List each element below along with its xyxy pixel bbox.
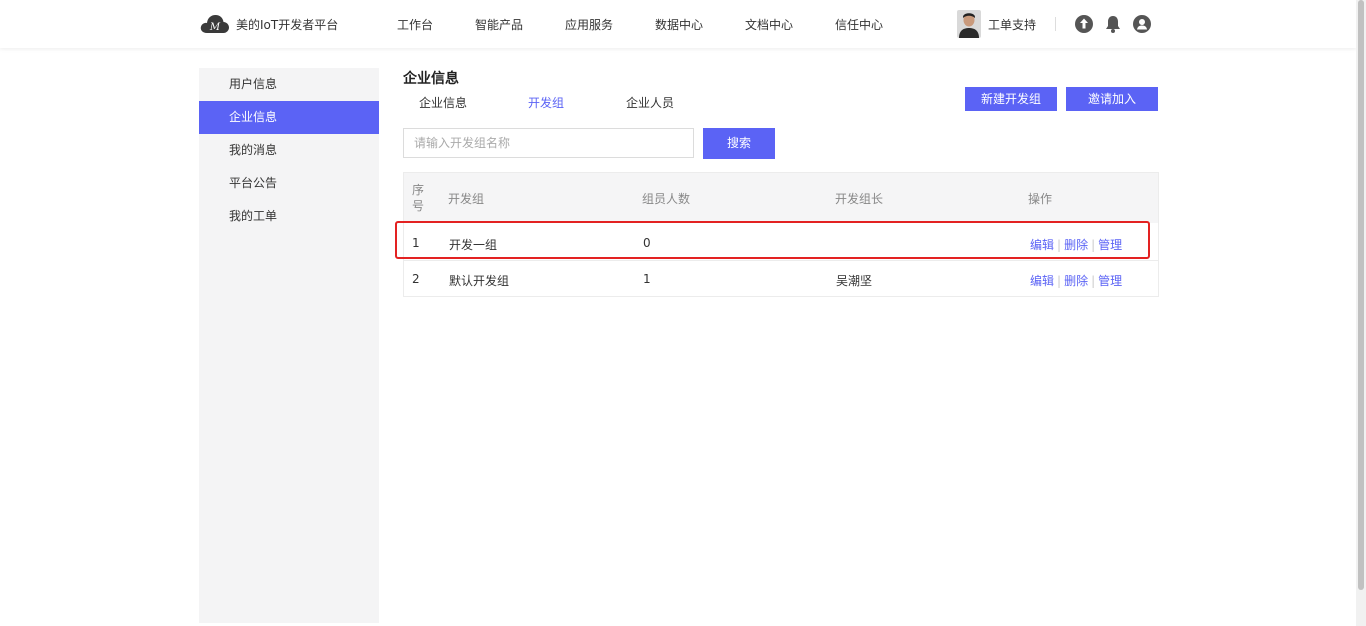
ticket-support-link[interactable]: 工单支持: [957, 10, 1036, 38]
top-navbar: M 美的IoT开发者平台 工作台 智能产品 应用服务 数据中心 文档中心 信任中…: [0, 0, 1356, 48]
table-header: 序号 开发组 组员人数 开发组长 操作: [404, 173, 1158, 223]
header-group: 开发组: [448, 192, 485, 206]
tab-dev-groups[interactable]: 开发组: [528, 94, 564, 111]
sidebar-item-announcements[interactable]: 平台公告: [199, 167, 379, 200]
cell-member-count: 1: [643, 272, 651, 286]
search-input[interactable]: [403, 128, 694, 158]
scrollbar-thumb[interactable]: [1358, 0, 1364, 590]
header-member-count: 组员人数: [642, 192, 691, 206]
header-actions: 操作: [1028, 192, 1053, 206]
nav-app-services[interactable]: 应用服务: [565, 16, 613, 33]
nav-trust-center[interactable]: 信任中心: [835, 16, 883, 33]
support-label: 工单支持: [988, 17, 1037, 32]
cell-seq: 2: [412, 272, 420, 286]
edit-link[interactable]: 编辑: [1030, 274, 1054, 288]
manage-link[interactable]: 管理: [1098, 274, 1122, 288]
table-row: 1 开发一组 0 编辑 | 删除 | 管理: [404, 225, 1158, 261]
cell-seq: 1: [412, 236, 420, 250]
bell-icon[interactable]: [1103, 14, 1123, 34]
cell-member-count: 0: [643, 236, 651, 250]
sidebar-item-company-info[interactable]: 企业信息: [199, 101, 379, 134]
sidebar-item-my-messages[interactable]: 我的消息: [199, 134, 379, 167]
sidebar-item-user-info[interactable]: 用户信息: [199, 68, 379, 101]
row-actions: 编辑 | 删除 | 管理: [1030, 236, 1122, 253]
action-divider: |: [1057, 274, 1062, 288]
table-row: 2 默认开发组 1 吴潮坚 编辑 | 删除 | 管理: [404, 261, 1158, 297]
delete-link[interactable]: 删除: [1064, 274, 1088, 288]
nav-smart-products[interactable]: 智能产品: [475, 16, 523, 33]
action-divider: |: [1091, 238, 1096, 252]
cloud-logo-icon: M: [199, 12, 231, 36]
cell-group-name: 默认开发组: [449, 274, 510, 288]
nav-doc-center[interactable]: 文档中心: [745, 16, 793, 33]
header-seq: 序号: [412, 183, 425, 213]
tab-company-info[interactable]: 企业信息: [419, 94, 467, 111]
header-divider: [1055, 17, 1056, 31]
logo[interactable]: M 美的IoT开发者平台: [199, 12, 338, 36]
cell-leader: 吴潮坚: [836, 274, 873, 288]
avatar: [957, 10, 981, 38]
sidebar-item-my-tickets[interactable]: 我的工单: [199, 200, 379, 233]
manage-link[interactable]: 管理: [1098, 238, 1122, 252]
action-divider: |: [1091, 274, 1096, 288]
nav-data-center[interactable]: 数据中心: [655, 16, 703, 33]
nav-workbench[interactable]: 工作台: [397, 16, 433, 33]
header-leader: 开发组长: [835, 192, 884, 206]
new-group-button[interactable]: 新建开发组: [965, 87, 1057, 111]
edit-link[interactable]: 编辑: [1030, 238, 1054, 252]
upload-icon[interactable]: [1074, 14, 1094, 34]
page-title: 企业信息: [403, 71, 459, 87]
page-scrollbar[interactable]: [1356, 0, 1366, 626]
logo-text: 美的IoT开发者平台: [236, 17, 339, 32]
invite-button[interactable]: 邀请加入: [1066, 87, 1158, 111]
user-icon[interactable]: [1132, 14, 1152, 34]
tab-company-members[interactable]: 企业人员: [626, 94, 674, 111]
action-divider: |: [1057, 238, 1062, 252]
cell-group-name: 开发一组: [449, 238, 498, 252]
svg-text:M: M: [209, 22, 221, 33]
row-actions: 编辑 | 删除 | 管理: [1030, 272, 1122, 289]
search-button[interactable]: 搜索: [703, 128, 775, 159]
delete-link[interactable]: 删除: [1064, 238, 1088, 252]
dev-group-table: 序号 开发组 组员人数 开发组长 操作 1 开发一组 0 编辑 | 删除 | 管理 2 …: [403, 172, 1159, 297]
sidebar: 用户信息 企业信息 我的消息 平台公告 我的工单: [199, 68, 379, 623]
